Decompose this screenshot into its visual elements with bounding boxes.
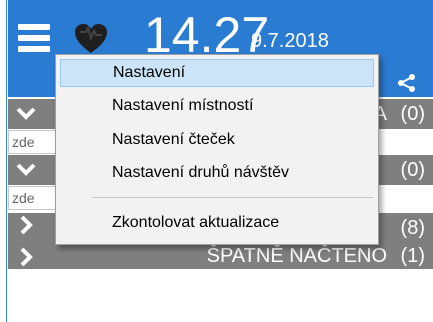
chevron-right-icon[interactable] xyxy=(16,215,36,235)
menu-item-room-settings[interactable]: Nastavení místností xyxy=(60,92,374,120)
group-count: (0) xyxy=(400,103,425,125)
menu-item-check-updates[interactable]: Zkontolovat aktualizace xyxy=(60,209,374,237)
app-window: 14.27 9.7.2018 A (0) zde (0) zde (8) ŠPA… xyxy=(0,0,433,322)
share-icon[interactable] xyxy=(397,73,417,93)
hamburger-icon[interactable] xyxy=(18,24,50,54)
clock-date: 9.7.2018 xyxy=(251,30,329,52)
menu-item-settings[interactable]: Nastavení xyxy=(60,59,374,87)
menu-item-reader-settings[interactable]: Nastavení čteček xyxy=(60,126,374,154)
menu-separator xyxy=(92,197,374,198)
menu-item-visit-type-settings[interactable]: Nastavení druhů návštěv xyxy=(60,159,374,187)
chevron-right-icon[interactable] xyxy=(16,247,36,267)
heart-icon xyxy=(75,24,107,53)
group-label: ŠPATNĚ NAČTENO xyxy=(206,245,387,267)
context-menu: Nastavení Nastavení místností Nastavení … xyxy=(55,54,379,245)
group-count: (8) xyxy=(400,217,425,239)
group-count: (1) xyxy=(400,245,425,267)
group-count: (0) xyxy=(400,159,425,181)
left-border xyxy=(0,0,7,322)
chevron-down-icon[interactable] xyxy=(16,159,36,179)
chevron-down-icon[interactable] xyxy=(16,103,36,123)
group-row-4[interactable]: ŠPATNĚ NAČTENO (1) xyxy=(8,245,433,269)
